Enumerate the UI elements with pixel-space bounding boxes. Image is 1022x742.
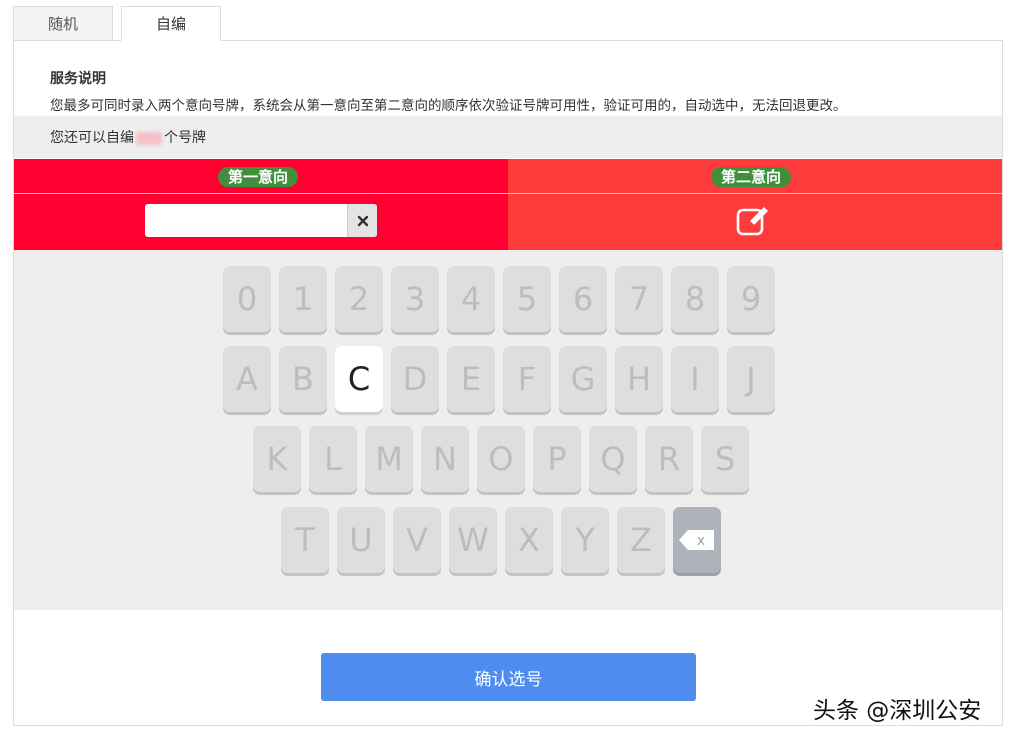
key-m[interactable]: M xyxy=(365,426,413,492)
confirm-button[interactable]: 确认选号 xyxy=(321,653,696,701)
first-intention-column: 第一意向 xyxy=(14,159,508,250)
watermark: 头条 @深圳公安 xyxy=(813,698,982,724)
key-b[interactable]: B xyxy=(279,346,327,412)
key-q[interactable]: Q xyxy=(589,426,637,492)
key-o[interactable]: O xyxy=(477,426,525,492)
key-f[interactable]: F xyxy=(503,346,551,412)
key-9[interactable]: 9 xyxy=(727,266,775,332)
key-a[interactable]: A xyxy=(223,346,271,412)
key-3[interactable]: 3 xyxy=(391,266,439,332)
key-i[interactable]: I xyxy=(671,346,719,412)
key-l[interactable]: L xyxy=(309,426,357,492)
key-x[interactable]: X xyxy=(505,507,553,573)
key-e[interactable]: E xyxy=(447,346,495,412)
backspace-icon: x xyxy=(679,530,714,550)
key-t[interactable]: T xyxy=(281,507,329,573)
key-1[interactable]: 1 xyxy=(279,266,327,332)
first-intention-input[interactable] xyxy=(145,204,377,237)
service-title: 服务说明 xyxy=(50,71,106,87)
key-4[interactable]: 4 xyxy=(447,266,495,332)
second-intention-column[interactable]: 第二意向 xyxy=(508,159,1002,250)
tab-random[interactable]: 随机 xyxy=(13,6,113,40)
key-j[interactable]: J xyxy=(727,346,775,412)
key-k[interactable]: K xyxy=(253,426,301,492)
key-c[interactable]: C xyxy=(335,346,383,412)
key-u[interactable]: U xyxy=(337,507,385,573)
key-8[interactable]: 8 xyxy=(671,266,719,332)
remaining-prefix: 您还可以自编 xyxy=(50,130,134,146)
clear-button[interactable] xyxy=(347,204,377,237)
intention-divider xyxy=(14,193,1002,194)
key-g[interactable]: G xyxy=(559,346,607,412)
remaining-count-text: 您还可以自编 个号牌 xyxy=(50,127,206,147)
service-description: 您最多可同时录入两个意向号牌，系统会从第一意向至第二意向的顺序依次验证号牌可用性… xyxy=(50,98,847,114)
key-v[interactable]: V xyxy=(393,507,441,573)
key-z[interactable]: Z xyxy=(617,507,665,573)
key-w[interactable]: W xyxy=(449,507,497,573)
key-h[interactable]: H xyxy=(615,346,663,412)
key-s[interactable]: S xyxy=(701,426,749,492)
key-y[interactable]: Y xyxy=(561,507,609,573)
tab-custom[interactable]: 自编 xyxy=(121,6,221,41)
edit-icon[interactable] xyxy=(736,205,772,237)
remaining-count-redacted xyxy=(136,131,162,145)
key-7[interactable]: 7 xyxy=(615,266,663,332)
key-6[interactable]: 6 xyxy=(559,266,607,332)
key-p[interactable]: P xyxy=(533,426,581,492)
remaining-suffix: 个号牌 xyxy=(164,130,206,146)
key-5[interactable]: 5 xyxy=(503,266,551,332)
custom-panel: 服务说明 您最多可同时录入两个意向号牌，系统会从第一意向至第二意向的顺序依次验证… xyxy=(13,40,1003,726)
close-icon xyxy=(357,215,368,226)
first-intention-label: 第一意向 xyxy=(218,167,299,187)
second-intention-label: 第二意向 xyxy=(711,167,792,187)
backspace-label: x xyxy=(697,533,705,549)
key-n[interactable]: N xyxy=(421,426,469,492)
key-0[interactable]: 0 xyxy=(223,266,271,332)
key-d[interactable]: D xyxy=(391,346,439,412)
backspace-key[interactable]: x xyxy=(673,507,721,573)
key-r[interactable]: R xyxy=(645,426,693,492)
remaining-bar: 您还可以自编 个号牌 xyxy=(14,116,1002,158)
key-2[interactable]: 2 xyxy=(335,266,383,332)
plate-keyboard: 0123456789 ABCDEFGHIJ KLMNOPQRS TUVWXYZx xyxy=(14,250,1002,610)
intention-section: 第一意向 第二意向 xyxy=(14,159,1002,250)
